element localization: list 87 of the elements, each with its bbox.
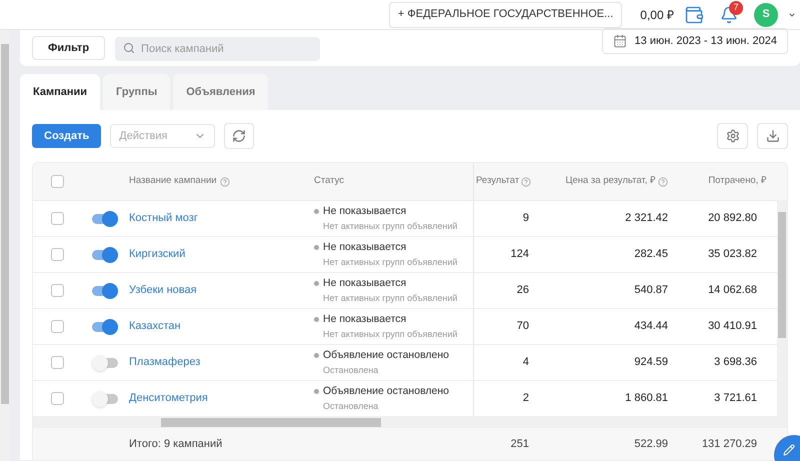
notification-badge: 7 [729,0,743,14]
table-cell-text: 540.87 [633,283,668,298]
checkbox[interactable] [50,356,64,369]
status-text: Объявление остановлено [323,384,450,399]
search-field[interactable]: Поиск кампаний [115,37,320,61]
refresh-button[interactable] [224,123,254,149]
table-cell-text: 9 [522,211,529,226]
status-note: Остановлена [322,400,380,413]
column-header: Потрачено, ₽ [707,174,767,188]
download-icon [766,129,780,143]
status-text: Не показывается [323,240,406,255]
table-cell-text: 35 023.82 [707,247,757,262]
campaign-link[interactable]: Узбеки новая [129,282,314,299]
actions-dropdown[interactable]: Действия [110,124,216,148]
campaign-link[interactable]: Киргизский [129,246,314,263]
total-label: Итого: 9 кампаний [129,436,224,452]
checkbox[interactable] [50,212,64,225]
table-vertical-scrollbar[interactable] [777,200,787,416]
column-header: Цена за результат, ₽ [565,174,656,188]
table-cell-text: 2 321.42 [624,211,668,226]
user-avatar[interactable]: S [754,2,778,26]
campaign-link[interactable]: Казахстан [129,318,314,335]
refresh-icon [232,129,246,143]
table-cell-text: 924.59 [633,355,668,370]
table-cell-text: 26 [516,283,529,298]
status-note: Нет активных групп объявлений [322,328,458,341]
table-cell-text: 2 [522,391,529,406]
table-cell-text: 282.45 [633,247,668,262]
status-text: Не показывается [323,276,406,291]
total-spent: 131 270.29 [700,436,757,452]
table-cell-text: 3 721.61 [713,391,757,406]
table-cell-text: 434.44 [633,319,668,334]
checkbox[interactable] [50,248,64,261]
table-cell-text: 1 860.81 [624,391,668,406]
total-result: 251 [510,436,530,452]
toggle-switch[interactable] [92,214,118,224]
calendar-icon [612,34,627,48]
bell-icon[interactable] [720,6,738,24]
status-text: Не показывается [323,204,406,219]
checkbox[interactable] [50,320,64,333]
date-range-button[interactable]: 13 июн. 2023 - 13 июн. 2024 [602,28,788,54]
organization-button[interactable]: + ФЕДЕРАЛЬНОЕ ГОСУДАРСТВЕННОЕ... [388,2,622,28]
status-note: Нет активных групп объявлений [322,256,458,269]
table-cell-text: 3 698.36 [713,355,757,370]
toggle-switch[interactable] [92,358,118,368]
table-cell-text: 4 [522,355,529,370]
tab[interactable]: Объявления [173,74,268,110]
total-price: 522.99 [633,436,668,452]
status-note: Остановлена [322,364,380,377]
toggle-switch[interactable] [92,394,118,404]
toggle-switch[interactable] [92,286,118,296]
status-text: Не показывается [323,312,406,327]
checkbox[interactable] [50,392,64,405]
balance-amount: 0,00 ₽ [640,6,674,24]
filter-button[interactable]: Фильтр [32,36,106,60]
pencil-icon [783,444,795,456]
checkbox[interactable] [50,175,64,188]
column-header: Статус [314,174,346,188]
page-scrollbar[interactable] [0,30,10,461]
table-cell-text: 124 [510,247,529,262]
status-note: Нет активных групп объявлений [322,292,458,305]
campaign-link[interactable]: Костный мозг [129,210,314,227]
help-icon [521,176,532,186]
campaign-link[interactable]: Денситометрия [129,390,314,407]
tab[interactable]: Группы [103,74,170,110]
checkbox[interactable] [50,284,64,297]
tab[interactable]: Кампании [20,74,100,110]
help-icon [658,176,668,186]
table-cell-text: 20 892.80 [707,211,757,226]
settings-button[interactable] [717,123,748,149]
column-header: Результат [476,174,520,188]
status-text: Объявление остановлено [323,348,450,363]
search-icon [123,42,136,54]
download-button[interactable] [757,123,788,149]
table-cell-text: 14 062.68 [707,283,757,298]
create-button[interactable]: Создать [32,124,102,148]
table-cell-text: 30 410.91 [707,319,757,334]
table-cell-text: 70 [516,319,529,334]
campaign-link[interactable]: Плазмаферез [129,354,314,371]
wallet-icon[interactable] [684,4,704,24]
toggle-switch[interactable] [92,250,118,260]
toggle-switch[interactable] [92,322,118,332]
settings-icon [726,129,740,143]
column-header: Название кампании [129,174,217,188]
status-note: Нет активных групп объявлений [322,220,458,233]
table-horizontal-scrollbar[interactable] [33,416,787,428]
help-icon [220,176,230,186]
